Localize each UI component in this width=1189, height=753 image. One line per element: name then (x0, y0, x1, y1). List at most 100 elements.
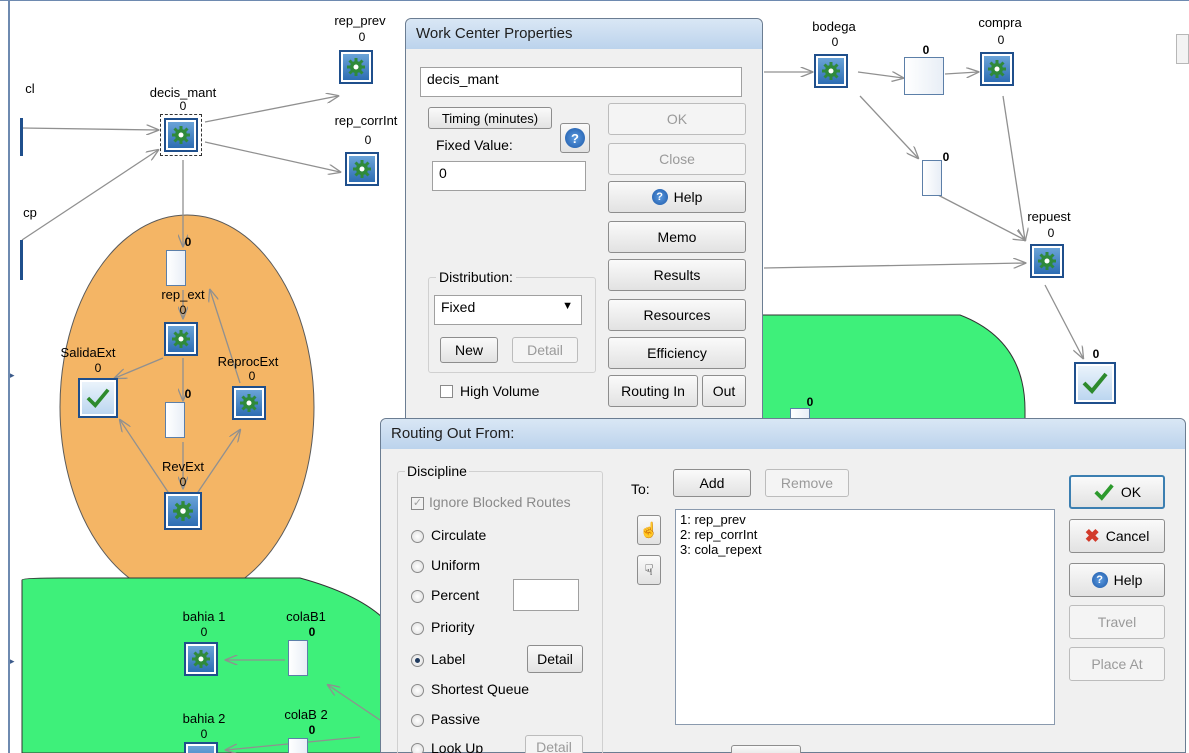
work-center-repuest[interactable] (1030, 244, 1064, 278)
work-center-revext[interactable] (164, 492, 202, 530)
queue-count: 0 (922, 43, 930, 57)
queue-edge-cl (20, 118, 23, 156)
gear-icon (240, 394, 258, 412)
queue-colab1[interactable] (288, 640, 308, 676)
checkmark-icon (1094, 484, 1114, 501)
gear-icon (192, 650, 210, 668)
radio-shortest-queue[interactable] (411, 684, 424, 697)
routes-list[interactable]: 1: rep_prev 2: rep_corrInt 3: cola_repex… (675, 509, 1055, 725)
radio-circulate-label: Circulate (431, 527, 487, 543)
node-count: 0 (200, 727, 208, 741)
radio-passive-label: Passive (431, 711, 481, 727)
route-item[interactable]: 1: rep_prev (680, 512, 1050, 527)
work-center-name-field[interactable]: decis_mant (420, 67, 742, 97)
x-icon: ✖ (1084, 525, 1100, 546)
routing-dialog-title: Routing Out From: (381, 419, 1185, 449)
work-center-bahia1[interactable] (184, 642, 218, 676)
radio-percent[interactable] (411, 590, 424, 603)
discipline-group (397, 471, 603, 753)
exit-node-right[interactable] (1074, 362, 1116, 404)
new-distribution-button[interactable]: New (440, 337, 498, 363)
help-button-label: Help (673, 189, 703, 205)
radio-look-up[interactable] (411, 743, 424, 753)
move-down-icon[interactable]: ☟ (637, 555, 661, 585)
gear-icon (172, 126, 190, 144)
tab-timing[interactable]: Timing (minutes) (428, 107, 552, 129)
node-label-reprocext: ReprocExt (217, 354, 279, 369)
gear-icon (173, 501, 193, 521)
node-label-revext: RevExt (162, 459, 204, 474)
gear-icon (353, 160, 371, 178)
routing-cancel-button[interactable]: ✖ Cancel (1069, 519, 1165, 553)
route-item[interactable]: 2: rep_corrInt (680, 527, 1050, 542)
radio-priority[interactable] (411, 622, 424, 635)
help-icon: ? (651, 189, 668, 205)
exit-node-salidaext[interactable] (78, 378, 118, 418)
percent-input[interactable] (513, 579, 579, 611)
node-label-colab1: colaB1 (286, 609, 326, 624)
queue-count: 0 (308, 723, 316, 737)
scroll-arrow-icon[interactable]: ▸ (10, 656, 16, 666)
radio-label[interactable] (411, 654, 424, 667)
routing-ok-label: OK (1120, 484, 1142, 500)
help-button[interactable]: ? Help (608, 181, 746, 213)
ignore-blocked-label: Ignore Blocked Routes (429, 494, 571, 510)
work-center-reprocext[interactable] (232, 386, 266, 420)
queue-colab2[interactable] (288, 738, 308, 753)
queue-count: 0 (942, 150, 950, 164)
routing-in-button[interactable]: Routing In (608, 375, 698, 407)
work-center-bahia2[interactable] (184, 742, 218, 753)
node-count: 0 (831, 35, 839, 49)
radio-circulate[interactable] (411, 530, 424, 543)
work-center-rep-corrint[interactable] (345, 152, 379, 186)
results-button[interactable]: Results (608, 259, 746, 291)
gear-icon (988, 60, 1006, 78)
routing-cancel-label: Cancel (1105, 528, 1150, 544)
fixed-value-input[interactable]: 0 (432, 161, 586, 191)
work-center-bodega[interactable] (814, 54, 848, 88)
to-label: To: (631, 481, 650, 497)
efficiency-button[interactable]: Efficiency (608, 337, 746, 369)
routing-out-button[interactable]: Out (702, 375, 746, 407)
work-center-rep-ext[interactable] (164, 322, 198, 356)
close-button[interactable]: Close (608, 143, 746, 175)
queue-bodega[interactable] (904, 57, 944, 95)
scroll-arrow-icon[interactable]: ▸ (10, 370, 16, 380)
work-center-compra[interactable] (980, 52, 1014, 86)
queue-count: 0 (184, 235, 192, 249)
radio-percent-label: Percent (431, 587, 480, 603)
queue-compra-lower[interactable] (922, 160, 942, 196)
node-label-cp: cp (23, 205, 37, 220)
routing-help-button[interactable]: ? Help (1069, 563, 1165, 597)
resources-button[interactable]: Resources (608, 299, 746, 331)
remove-route-button[interactable]: Remove (765, 469, 849, 497)
add-route-button[interactable]: Add (673, 469, 751, 497)
node-count: 0 (179, 475, 187, 489)
work-center-decis-mant[interactable] (160, 114, 202, 156)
node-label-decis-mant: decis_mant (149, 85, 217, 100)
node-label-cl: cl (25, 81, 35, 96)
memo-button[interactable]: Memo (608, 221, 746, 253)
ignore-blocked-checkbox[interactable]: ✓ (411, 497, 424, 510)
work-center-rep-prev[interactable] (339, 50, 373, 84)
radio-uniform[interactable] (411, 560, 424, 573)
timing-help-button[interactable]: ? (560, 123, 590, 153)
help-icon: ? (565, 128, 585, 148)
queue-revext[interactable] (165, 402, 185, 438)
high-volume-checkbox[interactable] (440, 385, 453, 398)
routing-ok-button[interactable]: OK (1069, 475, 1165, 509)
ok-button[interactable]: OK (608, 103, 746, 135)
node-count: 0 (179, 99, 187, 113)
look-up-detail-button[interactable]: Detail (525, 735, 583, 753)
label-detail-button[interactable]: Detail (527, 645, 583, 673)
travel-button[interactable]: Travel (1069, 605, 1165, 639)
move-up-icon[interactable]: ☝ (637, 515, 661, 545)
queue-rep-ext[interactable] (166, 250, 186, 286)
route-item[interactable]: 3: cola_repext (680, 542, 1050, 557)
radio-passive[interactable] (411, 714, 424, 727)
place-at-button[interactable]: Place At (1069, 647, 1165, 681)
distribution-select[interactable]: Fixed ▼ (434, 295, 582, 325)
distribution-detail-button[interactable]: Detail (512, 337, 578, 363)
partial-bottom-button[interactable] (731, 745, 801, 753)
node-label-colab2: colaB 2 (284, 707, 328, 722)
